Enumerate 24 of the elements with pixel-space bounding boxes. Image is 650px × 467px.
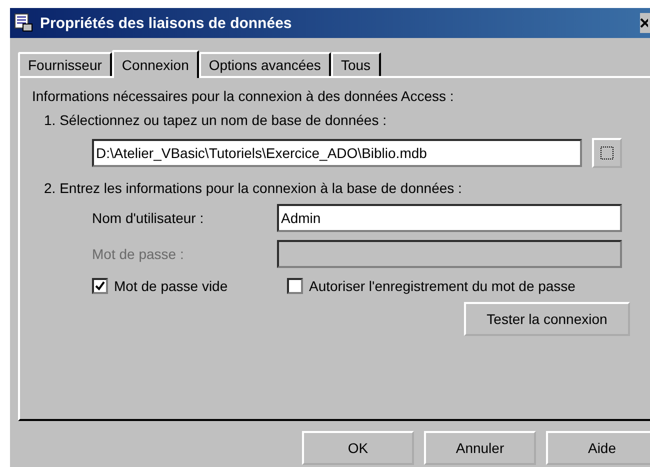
- tab[interactable]: Options avancées: [198, 52, 331, 76]
- step-label: 2. Entrez les informations pour la connexion à la base de données :: [44, 180, 463, 196]
- window-title: Propriétés des liaisons de données: [40, 14, 292, 32]
- dialog-button[interactable]: OK: [302, 431, 414, 465]
- checkbox[interactable]: [287, 278, 303, 294]
- field-label: Nom d'utilisateur :: [92, 210, 205, 226]
- input-field[interactable]: Admin: [277, 204, 622, 232]
- window-icon: [14, 13, 34, 33]
- browse-button[interactable]: [592, 138, 622, 168]
- database-path-field[interactable]: D:\Atelier_VBasic\Tutoriels\Exercice_ADO\Biblio.mdb: [92, 139, 582, 167]
- tab[interactable]: Connexion: [112, 50, 199, 78]
- test-connection-button[interactable]: Tester la connexion: [464, 302, 630, 336]
- checkbox[interactable]: [92, 278, 108, 294]
- checkbox-label: Autoriser l'enregistrement du mot de passe: [309, 278, 576, 294]
- checkbox-label: Mot de passe vide: [114, 278, 228, 294]
- dotted-square-icon: [599, 145, 615, 161]
- field-label: Mot de passe :: [92, 246, 185, 262]
- dialog-button[interactable]: Aide: [546, 431, 650, 465]
- tab[interactable]: Fournisseur: [18, 52, 112, 76]
- dialog-button[interactable]: Annuler: [424, 431, 536, 465]
- tab[interactable]: Tous: [330, 52, 381, 76]
- close-button[interactable]: [640, 13, 650, 33]
- intro-text: Informations nécessaires pour la connexion à des données Access :: [32, 88, 455, 104]
- step-label: 1. Sélectionnez ou tapez un nom de base de données :: [44, 112, 388, 128]
